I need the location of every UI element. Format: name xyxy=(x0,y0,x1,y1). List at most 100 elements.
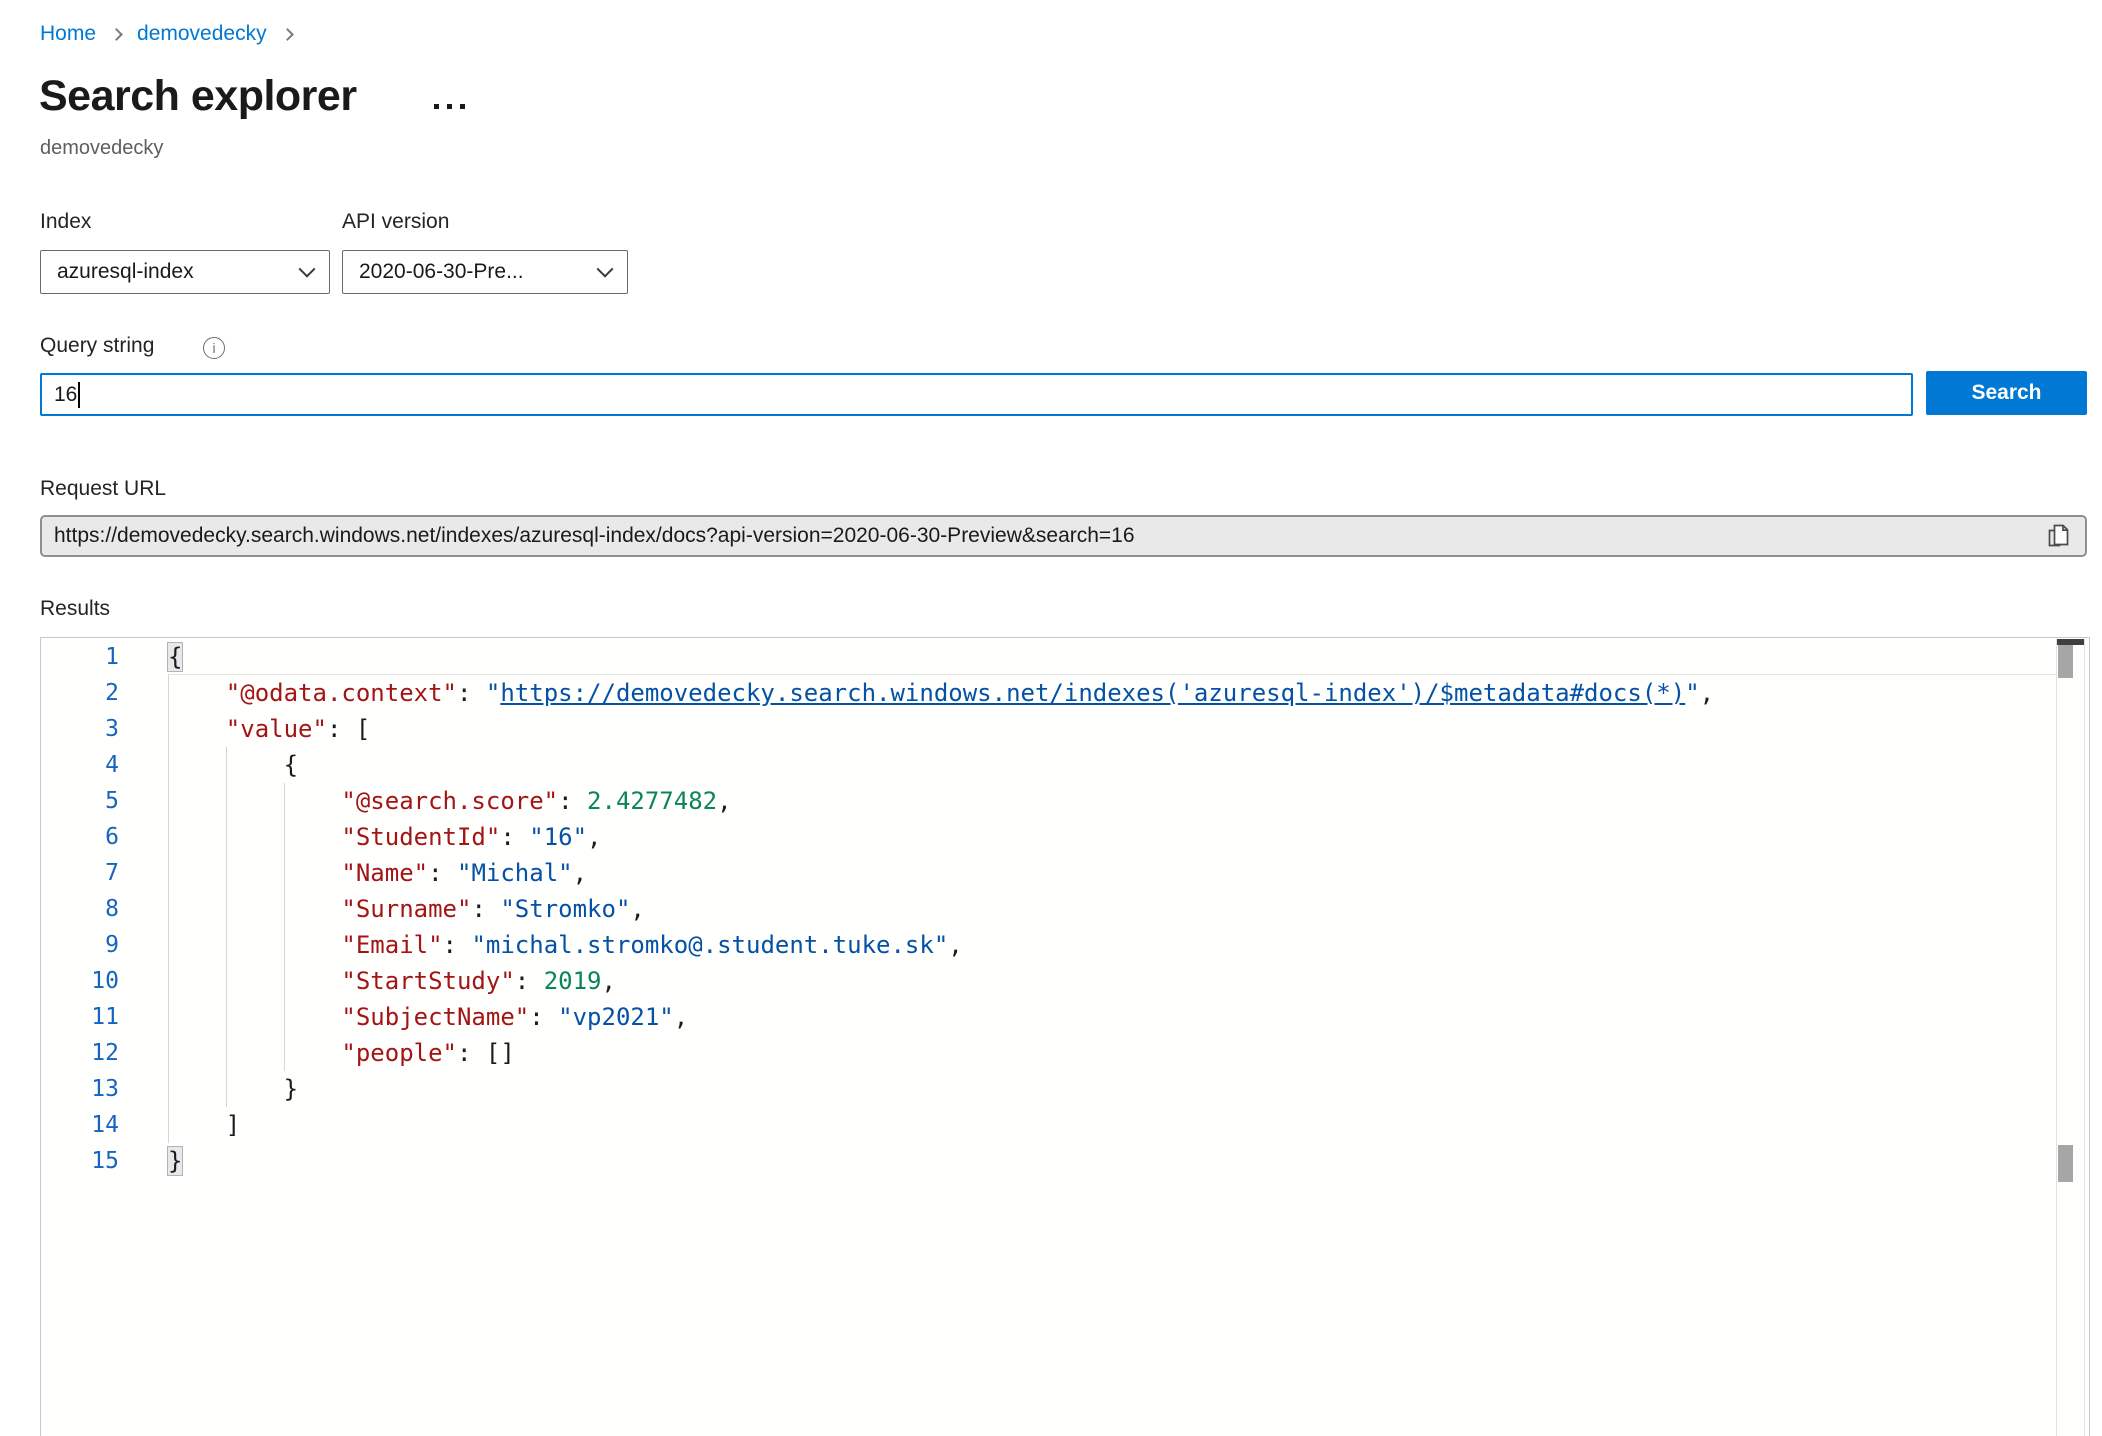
line-number: 11 xyxy=(41,999,168,1035)
code-token: : [] xyxy=(457,1039,515,1067)
indent-guide xyxy=(226,747,227,783)
code-line[interactable]: "@odata.context": "https://demovedecky.s… xyxy=(168,675,2089,711)
code-line[interactable]: { xyxy=(168,747,2089,783)
info-icon[interactable] xyxy=(203,337,225,359)
code-token: "michal.stromko@.student.tuke.sk" xyxy=(471,931,948,959)
indent-guide xyxy=(226,927,227,963)
scrollbar-thumb[interactable] xyxy=(2058,645,2073,678)
code-line[interactable]: "Surname": "Stromko", xyxy=(168,891,2089,927)
indent-guide xyxy=(168,927,169,963)
results-editor[interactable]: 123456789101112131415 {"@odata.context":… xyxy=(40,637,2090,1436)
code-line[interactable]: } xyxy=(168,1143,2089,1179)
indent-guide xyxy=(284,819,285,855)
line-number: 15 xyxy=(41,1143,168,1179)
code-line[interactable]: "StartStudy": 2019, xyxy=(168,963,2089,999)
line-number: 8 xyxy=(41,891,168,927)
indent-guide xyxy=(284,855,285,891)
code-token: , xyxy=(1700,679,1714,707)
text-caret xyxy=(78,382,80,408)
line-number-gutter: 123456789101112131415 xyxy=(41,639,168,1179)
code-token: ] xyxy=(226,1111,240,1139)
code-token: , xyxy=(601,967,615,995)
line-number: 5 xyxy=(41,783,168,819)
indent-guide xyxy=(168,963,169,999)
line-number: 12 xyxy=(41,1035,168,1071)
copy-button[interactable] xyxy=(2043,521,2073,551)
indent-guide xyxy=(168,819,169,855)
indent-guide xyxy=(168,711,169,747)
indent-guide xyxy=(226,819,227,855)
code-token: "people" xyxy=(341,1039,457,1067)
page-title: Search explorer xyxy=(39,72,357,121)
code-line[interactable]: "value": [ xyxy=(168,711,2089,747)
vertical-scrollbar[interactable] xyxy=(2056,639,2085,1436)
code-line[interactable]: "StudentId": "16", xyxy=(168,819,2089,855)
indent-guide xyxy=(168,855,169,891)
request-url-value: https://demovedecky.search.windows.net/i… xyxy=(54,524,2043,548)
indent-guide xyxy=(226,1071,227,1107)
api-version-dropdown[interactable]: 2020-06-30-Pre... xyxy=(342,250,628,294)
search-button[interactable]: Search xyxy=(1926,371,2087,415)
code-area[interactable]: {"@odata.context": "https://demovedecky.… xyxy=(168,639,2089,1179)
code-token: : xyxy=(457,679,486,707)
code-token: "StudentId" xyxy=(341,823,500,851)
code-token: "value" xyxy=(226,715,327,743)
breadcrumb-home-link[interactable]: Home xyxy=(40,22,96,46)
indent-guide xyxy=(284,999,285,1035)
code-line[interactable]: "people": [] xyxy=(168,1035,2089,1071)
code-token: "Surname" xyxy=(341,895,471,923)
indent-guide xyxy=(284,927,285,963)
code-token: "@odata.context" xyxy=(226,679,457,707)
code-token: "vp2021" xyxy=(558,1003,674,1031)
code-line[interactable]: "Name": "Michal", xyxy=(168,855,2089,891)
indent-guide xyxy=(168,1035,169,1071)
code-token: "Michal" xyxy=(457,859,573,887)
line-number: 14 xyxy=(41,1107,168,1143)
code-token: : xyxy=(500,823,529,851)
indent-guide xyxy=(284,783,285,819)
line-number: 4 xyxy=(41,747,168,783)
code-token: : xyxy=(428,859,457,887)
breadcrumb-service-link[interactable]: demovedecky xyxy=(137,22,267,46)
line-number: 3 xyxy=(41,711,168,747)
more-actions-button[interactable] xyxy=(430,100,469,113)
code-token: : xyxy=(558,787,587,815)
line-number: 6 xyxy=(41,819,168,855)
code-token: , xyxy=(717,787,731,815)
index-dropdown[interactable]: azuresql-index xyxy=(40,250,330,294)
code-token: } xyxy=(284,1075,298,1103)
indent-guide xyxy=(168,891,169,927)
code-token: "Stromko" xyxy=(500,895,630,923)
code-token: "@search.score" xyxy=(341,787,558,815)
query-input-value: 16 xyxy=(54,383,77,407)
code-line[interactable]: ] xyxy=(168,1107,2089,1143)
odata-context-link[interactable]: https://demovedecky.search.windows.net/i… xyxy=(500,679,1685,707)
indent-guide xyxy=(168,675,169,711)
indent-guide xyxy=(284,891,285,927)
code-token: : xyxy=(529,1003,558,1031)
chevron-right-icon xyxy=(281,28,294,41)
ellipsis-icon xyxy=(447,104,452,109)
request-url-bar: https://demovedecky.search.windows.net/i… xyxy=(40,515,2087,557)
indent-guide xyxy=(168,783,169,819)
code-line[interactable]: "@search.score": 2.4277482, xyxy=(168,783,2089,819)
indent-guide xyxy=(226,891,227,927)
chevron-right-icon xyxy=(110,28,123,41)
code-token: 2.4277482 xyxy=(587,787,717,815)
code-line[interactable]: } xyxy=(168,1071,2089,1107)
code-line[interactable]: "SubjectName": "vp2021", xyxy=(168,999,2089,1035)
code-line[interactable]: { xyxy=(168,639,2089,675)
code-line[interactable]: "Email": "michal.stromko@.student.tuke.s… xyxy=(168,927,2089,963)
code-token: , xyxy=(573,859,587,887)
code-token: : xyxy=(443,931,472,959)
code-token: "Name" xyxy=(341,859,428,887)
overview-ruler-bracket-mark xyxy=(2058,1145,2073,1182)
query-input[interactable]: 16 xyxy=(40,373,1913,416)
code-token: , xyxy=(587,823,601,851)
code-token: "StartStudy" xyxy=(341,967,514,995)
code-token: "SubjectName" xyxy=(341,1003,529,1031)
chevron-down-icon xyxy=(597,261,614,278)
ellipsis-icon xyxy=(460,104,465,109)
api-version-label: API version xyxy=(342,210,449,234)
indent-guide xyxy=(226,855,227,891)
